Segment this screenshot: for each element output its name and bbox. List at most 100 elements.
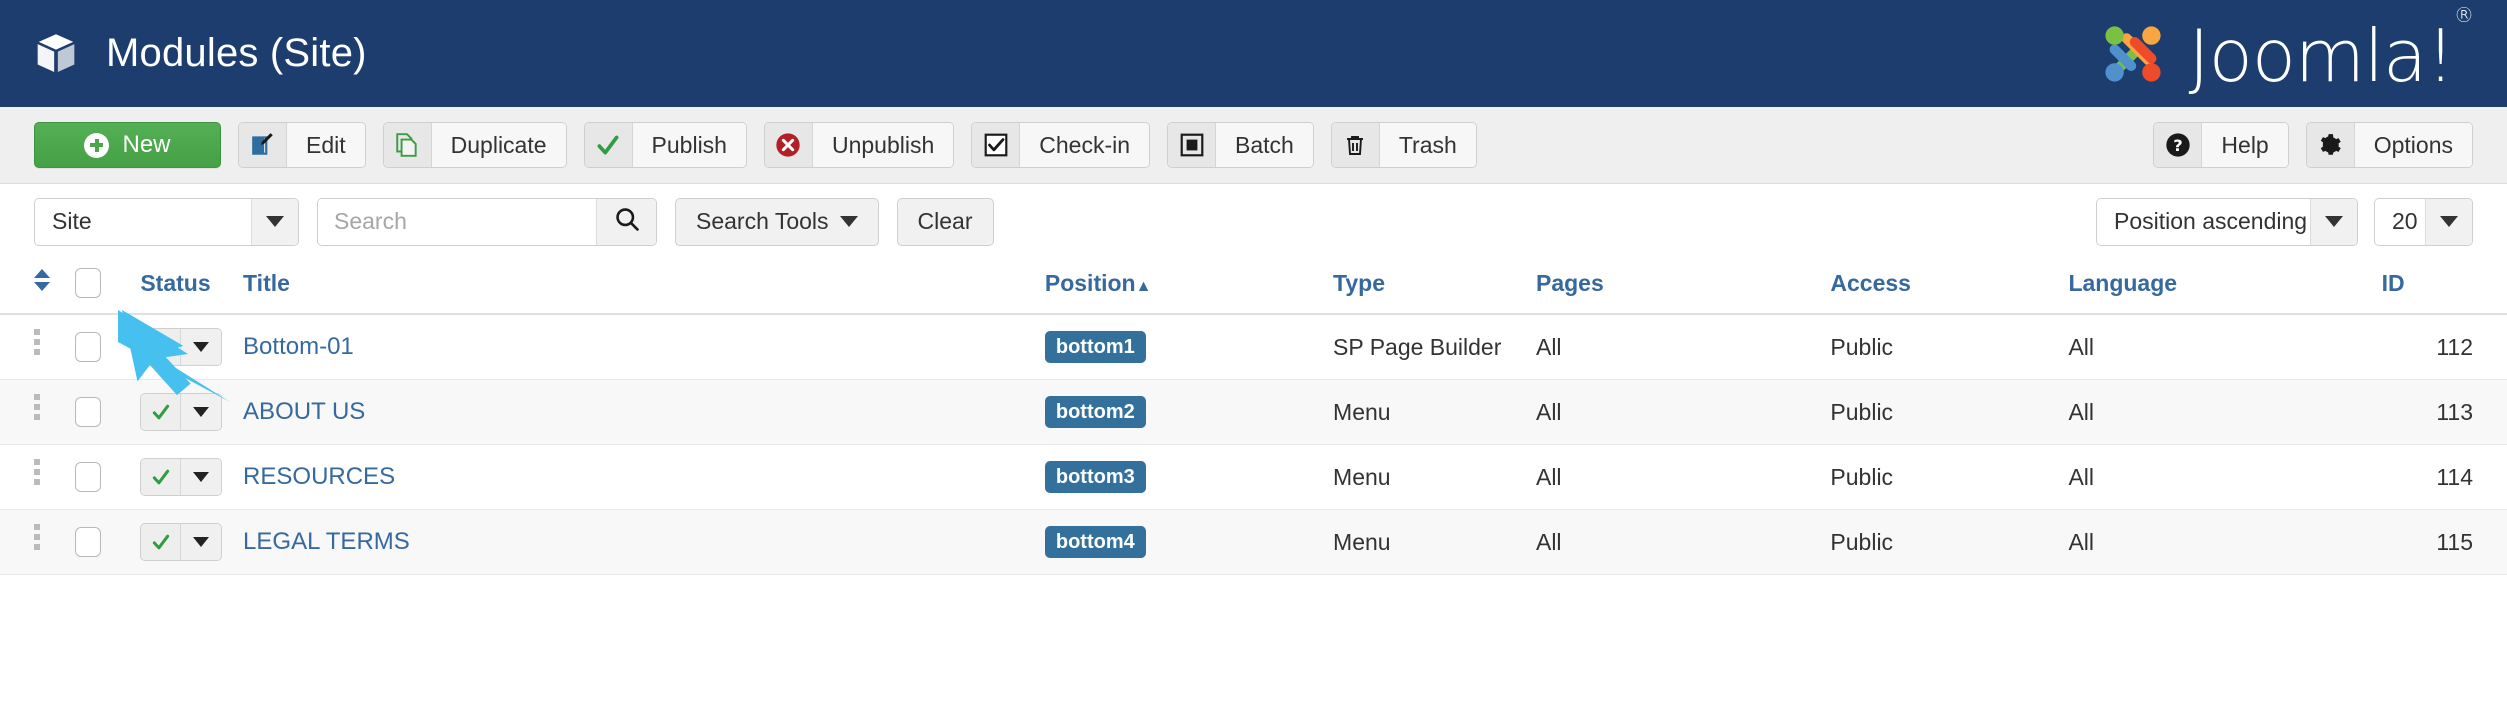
new-button[interactable]: New <box>34 122 221 168</box>
options-button-label: Options <box>2354 123 2472 167</box>
search-tools-label: Search Tools <box>696 208 829 234</box>
row-title-cell: RESOURCES <box>243 444 1045 510</box>
row-status-cell <box>140 444 244 510</box>
search-submit-button[interactable] <box>596 198 656 245</box>
row-status-cell <box>140 509 244 575</box>
batch-button[interactable]: Batch <box>1167 122 1314 168</box>
drag-dots-icon <box>34 524 40 554</box>
column-header-pages[interactable]: Pages <box>1535 259 1831 315</box>
toolbar: New Edit Duplicate Publish Unpublish Che… <box>0 107 2507 184</box>
column-header-status[interactable]: Status <box>140 259 244 315</box>
help-button-label: Help <box>2202 123 2288 167</box>
edit-button[interactable]: Edit <box>238 122 366 168</box>
status-dropdown-toggle[interactable] <box>181 394 222 430</box>
module-title-link[interactable]: Bottom-01 <box>243 333 354 360</box>
status-toggle[interactable] <box>140 458 223 496</box>
row-checkbox[interactable] <box>75 332 102 362</box>
toolbar-main-group: New Edit Duplicate Publish Unpublish Che… <box>34 122 1477 168</box>
drag-dots-icon <box>34 329 40 359</box>
row-pages-cell: All <box>1535 444 1831 510</box>
table-row[interactable]: LEGAL TERMS bottom4 Menu All Public All … <box>0 509 2507 575</box>
publish-button[interactable]: Publish <box>583 122 747 168</box>
row-access-cell: Public <box>1830 314 2069 380</box>
gear-icon <box>2306 123 2355 167</box>
column-header-type[interactable]: Type <box>1333 259 1536 315</box>
options-button[interactable]: Options <box>2305 122 2473 168</box>
joomla-logo: Joomla!® <box>2087 2 2474 100</box>
row-checkbox[interactable] <box>75 462 102 492</box>
table-row[interactable]: Bottom-01 bottom1 SP Page Builder All Pu… <box>0 314 2507 380</box>
module-title-link[interactable]: ABOUT US <box>243 398 365 425</box>
unpublish-button[interactable]: Unpublish <box>763 122 955 168</box>
check-all-checkbox[interactable] <box>75 268 102 298</box>
status-toggle[interactable] <box>140 523 223 561</box>
position-badge: bottom2 <box>1044 396 1146 428</box>
ordering-select[interactable]: Position ascending <box>2096 197 2358 246</box>
checkin-button[interactable]: Check-in <box>971 122 1151 168</box>
row-drag-handle[interactable] <box>0 444 76 510</box>
question-circle-icon: ? <box>2154 123 2203 167</box>
position-badge: bottom1 <box>1044 331 1146 363</box>
client-select[interactable]: Site <box>34 197 299 246</box>
search-tools-button[interactable]: Search Tools <box>675 197 879 246</box>
row-language-cell: All <box>2068 444 2382 510</box>
status-dropdown-toggle[interactable] <box>181 329 222 365</box>
search-input[interactable] <box>318 198 596 245</box>
trash-icon <box>1331 123 1380 167</box>
column-header-position[interactable]: Position▲ <box>1044 259 1334 315</box>
trash-button-label: Trash <box>1379 123 1476 167</box>
new-button-label: New <box>122 131 171 158</box>
table-row[interactable]: RESOURCES bottom3 Menu All Public All 11… <box>0 444 2507 510</box>
column-header-checkall <box>75 259 141 315</box>
column-header-language[interactable]: Language <box>2068 259 2382 315</box>
list-limit-select[interactable]: 20 <box>2374 197 2473 246</box>
row-drag-handle[interactable] <box>0 379 76 445</box>
page-title: Modules (Site) <box>106 31 367 75</box>
status-toggle[interactable] <box>140 328 223 366</box>
check-icon <box>141 459 182 495</box>
chevron-down-icon[interactable] <box>2425 198 2472 245</box>
joomla-mark-icon <box>2087 8 2179 100</box>
column-header-ordering[interactable] <box>0 259 76 315</box>
row-checkbox[interactable] <box>75 527 102 557</box>
row-id-cell: 112 <box>2381 314 2507 380</box>
drag-dots-icon <box>34 459 40 489</box>
duplicate-button[interactable]: Duplicate <box>382 122 567 168</box>
circle-x-icon <box>764 123 813 167</box>
check-icon <box>584 123 633 167</box>
column-header-access[interactable]: Access <box>1830 259 2069 315</box>
row-type-cell: Menu <box>1333 444 1536 510</box>
position-badge: bottom4 <box>1044 526 1146 558</box>
trash-button[interactable]: Trash <box>1330 122 1477 168</box>
status-toggle[interactable] <box>140 393 223 431</box>
module-title-link[interactable]: LEGAL TERMS <box>243 528 410 555</box>
row-type-cell: Menu <box>1333 379 1536 445</box>
row-position-cell: bottom1 <box>1044 314 1334 380</box>
magnifier-icon <box>613 205 641 238</box>
chevron-down-icon[interactable] <box>2310 198 2357 245</box>
column-header-id[interactable]: ID <box>2381 259 2507 315</box>
row-position-cell: bottom4 <box>1044 509 1334 575</box>
module-title-link[interactable]: RESOURCES <box>243 463 395 490</box>
row-access-cell: Public <box>1830 509 2069 575</box>
help-button[interactable]: ? Help <box>2153 122 2289 168</box>
square-filled-icon <box>1168 123 1217 167</box>
row-type-cell: SP Page Builder <box>1333 314 1536 380</box>
status-dropdown-toggle[interactable] <box>181 459 222 495</box>
sort-asc-icon: ▲ <box>1135 277 1152 295</box>
table-body: Bottom-01 bottom1 SP Page Builder All Pu… <box>0 314 2507 575</box>
table-row[interactable]: ABOUT US bottom2 Menu All Public All 113 <box>0 379 2507 445</box>
row-title-cell: ABOUT US <box>243 379 1045 445</box>
clear-button[interactable]: Clear <box>896 197 994 246</box>
checkbox-icon <box>972 123 1021 167</box>
column-header-title[interactable]: Title <box>243 259 1045 315</box>
row-title-cell: LEGAL TERMS <box>243 509 1045 575</box>
row-drag-handle[interactable] <box>0 314 76 380</box>
row-checkbox-cell <box>75 314 141 380</box>
check-icon <box>141 524 182 560</box>
row-checkbox[interactable] <box>75 397 102 427</box>
chevron-down-icon[interactable] <box>251 198 298 245</box>
status-dropdown-toggle[interactable] <box>181 524 222 560</box>
row-drag-handle[interactable] <box>0 509 76 575</box>
joomla-wordmark: Joomla!® <box>2188 2 2474 98</box>
